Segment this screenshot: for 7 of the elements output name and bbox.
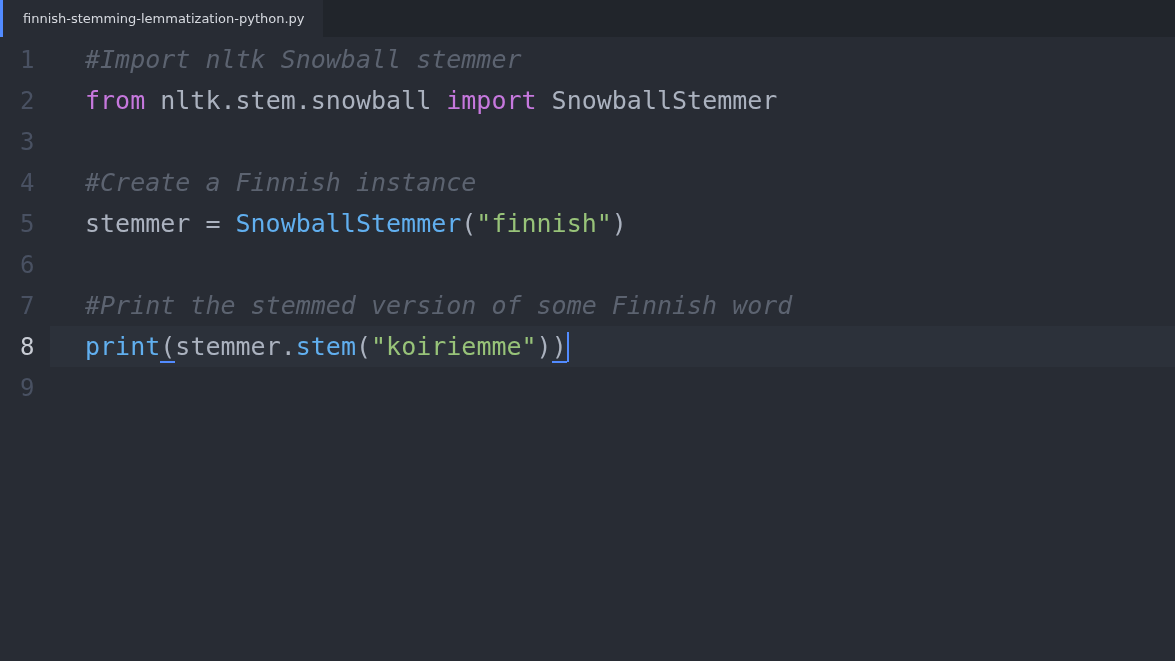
code-line: from nltk.stem.snowball import SnowballStemmer [85,86,778,115]
code-line: stemmer = SnowballStemmer("finnish") [85,209,627,238]
code-line: #Print the stemmed version of some Finnish word [85,291,793,320]
file-tab[interactable]: finnish-stemming-lemmatization-python.py [0,0,323,37]
code-line: #Create a Finnish instance [85,168,477,197]
code-line: #Import nltk Snowball stemmer [85,45,522,74]
line-number: 8 [19,332,36,361]
